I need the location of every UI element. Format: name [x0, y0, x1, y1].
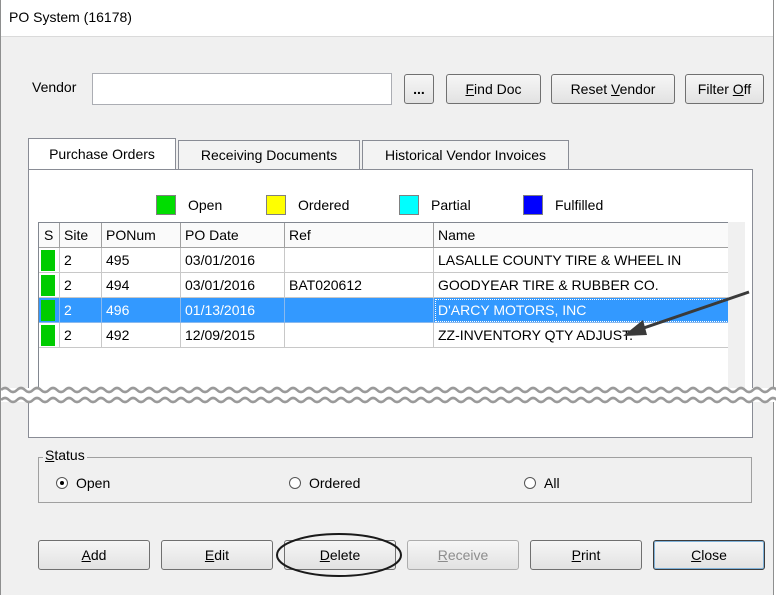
partial-color-swatch	[399, 195, 419, 215]
radio-open-button[interactable]	[56, 477, 68, 489]
ellipsis-icon: ...	[413, 81, 425, 97]
edit-button[interactable]: Edit	[161, 540, 273, 570]
row-status-indicator	[39, 298, 60, 323]
row-po-date: 03/01/2016	[181, 248, 285, 273]
row-site: 2	[60, 298, 102, 323]
vendor-input[interactable]	[92, 73, 392, 105]
receive-button[interactable]: Receive	[407, 540, 519, 570]
row-name: LASALLE COUNTY TIRE & WHEEL IN	[434, 248, 728, 273]
tab-historical-vendor-invoices[interactable]: Historical Vendor Invoices	[362, 140, 569, 169]
open-color-swatch	[156, 195, 176, 215]
row-ref: BAT020612	[285, 273, 434, 298]
row-ponum: 496	[102, 298, 181, 323]
radio-ordered-label: Ordered	[309, 475, 361, 491]
row-ref	[285, 298, 434, 323]
po-system-window: PO System (16178) Vendor ... Find Doc Re…	[0, 0, 776, 595]
row-ponum: 492	[102, 323, 181, 348]
filter-off-button[interactable]: Filter Off	[685, 74, 764, 104]
legend-fulfilled-label: Fulfilled	[555, 197, 604, 213]
legend-partial-label: Partial	[431, 197, 471, 213]
close-button[interactable]: Close	[653, 540, 765, 570]
row-ponum: 495	[102, 248, 181, 273]
receive-label: Receive	[437, 547, 489, 563]
row-ref	[285, 248, 434, 273]
radio-all-label: All	[544, 475, 560, 491]
legend-ordered-label: Ordered	[298, 197, 350, 213]
find-doc-label: Find Doc	[465, 81, 522, 97]
header-site[interactable]: Site	[60, 223, 102, 248]
row-site: 2	[60, 273, 102, 298]
add-button[interactable]: Add	[38, 540, 150, 570]
ordered-color-swatch	[266, 195, 286, 215]
close-label: Close	[691, 547, 727, 563]
row-po-date: 03/01/2016	[181, 273, 285, 298]
row-po-date: 01/13/2016	[181, 298, 285, 323]
tab-receiving-documents[interactable]: Receiving Documents	[178, 140, 360, 169]
header-ref[interactable]: Ref	[285, 223, 434, 248]
row-status-indicator	[39, 248, 60, 273]
reset-vendor-label: Reset Vendor	[570, 81, 656, 97]
row-status-indicator	[39, 273, 60, 298]
row-site: 2	[60, 248, 102, 273]
status-group	[38, 457, 752, 503]
reset-vendor-button[interactable]: Reset Vendor	[551, 74, 675, 104]
radio-all-button[interactable]	[524, 477, 536, 489]
filter-off-label: Filter Off	[697, 81, 752, 97]
print-label: Print	[571, 547, 601, 563]
status-group-label: Status	[43, 447, 87, 463]
title-bar: PO System (16178)	[1, 0, 773, 37]
radio-open-label: Open	[76, 475, 111, 491]
row-site: 2	[60, 323, 102, 348]
print-button[interactable]: Print	[530, 540, 642, 570]
window-title: PO System (16178)	[9, 9, 132, 25]
header-ponum[interactable]: PONum	[102, 223, 181, 248]
delete-highlight-circle	[276, 533, 402, 577]
row-status-indicator	[39, 323, 60, 348]
row-ref	[285, 323, 434, 348]
header-po-date[interactable]: PO Date	[181, 223, 285, 248]
vendor-label: Vendor	[32, 79, 77, 95]
add-label: Add	[81, 547, 107, 563]
find-doc-button[interactable]: Find Doc	[446, 74, 541, 104]
edit-label: Edit	[204, 547, 230, 563]
legend-open-label: Open	[188, 197, 223, 213]
header-status[interactable]: S	[39, 223, 60, 248]
vendor-lookup-button[interactable]: ...	[404, 74, 434, 104]
screenshot-break-divider	[1, 386, 776, 404]
header-name[interactable]: Name	[434, 223, 728, 248]
tab-purchase-orders[interactable]: Purchase Orders	[28, 138, 176, 169]
row-po-date: 12/09/2015	[181, 323, 285, 348]
radio-ordered-button[interactable]	[289, 477, 301, 489]
fulfilled-color-swatch	[523, 195, 543, 215]
grid-header-row: S Site PONum PO Date Ref Name	[39, 223, 728, 248]
table-row[interactable]: 2 495 03/01/2016 LASALLE COUNTY TIRE & W…	[39, 248, 728, 273]
callout-arrow-icon	[623, 290, 750, 336]
row-ponum: 494	[102, 273, 181, 298]
